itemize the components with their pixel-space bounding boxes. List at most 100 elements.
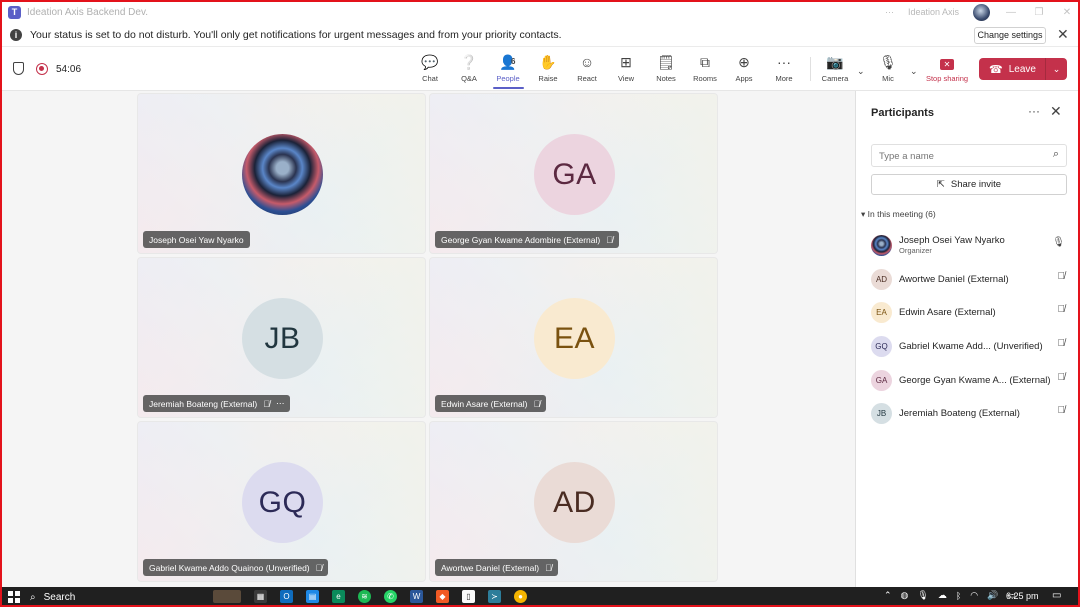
chevron-up-icon[interactable]: ⌃ [884, 590, 892, 601]
participant-tile[interactable]: GA George Gyan Kwame Adombire (External)… [429, 93, 718, 254]
account-avatar[interactable] [973, 3, 990, 21]
participant-nametag: Gabriel Kwame Addo Quainoo (Unverified) 🎙… [143, 559, 329, 576]
people-icon: 👤 6 [499, 54, 517, 70]
change-settings-button[interactable]: Change settings [974, 27, 1046, 44]
participant-row[interactable]: GA George Gyan Kwame A... (External) 🎙̸ [871, 367, 1071, 393]
qa-button[interactable]: ❔ Q&A [450, 53, 488, 83]
notes-label: Notes [656, 74, 676, 83]
people-button[interactable]: 👤 6 People [489, 53, 527, 83]
people-count: 6 [511, 57, 516, 66]
participant-nametag: Edwin Asare (External) 🎙̸ [435, 395, 547, 412]
active-tab-indicator [493, 87, 524, 89]
stop-sharing-button[interactable]: ✕ Stop sharing [924, 53, 970, 83]
react-button[interactable]: ☺ React [568, 53, 606, 83]
windows-start-icon[interactable] [8, 591, 20, 603]
task-view-icon[interactable]: ▦ [254, 590, 267, 603]
windows-taskbar: ⌕ Search ▦ O ▤ e ≋ ✆ W ◆ ▯ ≻ ● ⌃ ◍ 🎙 ☁ ᛒ… [0, 587, 1080, 607]
participant-avatar: JB [871, 402, 892, 424]
participants-panel: Participants ··· ✕ Type a name ⌕ ⇱ Share… [855, 91, 1080, 587]
tray-mic-icon[interactable]: 🎙 [917, 590, 928, 601]
notification-icon[interactable]: ▭ [1052, 590, 1061, 601]
participant-role: Organizer [899, 246, 932, 255]
taskbar-search[interactable]: ⌕ Search [30, 590, 205, 604]
tray-bluetooth-icon[interactable]: ᛒ [956, 591, 961, 601]
outlook-icon[interactable]: O [280, 590, 293, 603]
participant-row[interactable]: Joseph Osei Yaw Nyarko Organizer 🎙 [871, 232, 1071, 258]
notes-icon: 🗒 [657, 54, 675, 70]
minimize-icon[interactable]: — [1004, 7, 1018, 18]
panel-close-icon[interactable]: ✕ [1050, 103, 1062, 120]
meeting-timer: 54:06 [56, 64, 82, 75]
meeting-toolbar: 54:06 💬 Chat ❔ Q&A 👤 6 People ✋ Raise ☺ R… [0, 47, 1080, 91]
info-icon: i [10, 29, 22, 41]
rooms-button[interactable]: ⧉ Rooms [686, 53, 724, 83]
phone-hangup-icon: ☎ [989, 63, 1003, 76]
panel-title: Participants [871, 107, 934, 119]
chat-icon: 💬 [421, 54, 439, 70]
search-icon: ⌕ [1052, 148, 1059, 160]
camera-options-chevron-icon[interactable]: ⌄ [857, 66, 865, 77]
participant-row[interactable]: JB Jeremiah Boateng (External) 🎙̸ [871, 400, 1071, 426]
volume-icon[interactable]: 🔊 [987, 590, 998, 601]
view-button[interactable]: ⊞ View [607, 53, 645, 83]
tile-more-icon[interactable]: ⋯ [276, 398, 285, 409]
share-invite-button[interactable]: ⇱ Share invite [871, 174, 1067, 195]
banner-close-icon[interactable]: ✕ [1057, 26, 1069, 43]
word-icon[interactable]: W [410, 590, 423, 603]
participant-name: Awortwe Daniel (External) [441, 562, 540, 573]
apps-plus-icon: ⊕ [738, 54, 750, 70]
raise-hand-button[interactable]: ✋ Raise [529, 53, 567, 83]
participant-tile[interactable]: GQ Gabriel Kwame Addo Quainoo (Unverifie… [137, 421, 426, 582]
mic-label: Mic [882, 74, 894, 83]
rooms-label: Rooms [693, 74, 717, 83]
participant-name: George Gyan Kwame A... (External) [899, 374, 1051, 386]
mic-options-chevron-icon[interactable]: ⌄ [910, 66, 918, 77]
participant-tile[interactable]: JB Jeremiah Boateng (External) 🎙̸ ⋯ [137, 257, 426, 418]
brave-icon[interactable]: ◆ [436, 590, 449, 603]
whatsapp-icon[interactable]: ✆ [384, 590, 397, 603]
view-label: View [617, 74, 635, 83]
vscode-icon[interactable]: ≻ [488, 590, 501, 603]
mic-muted-icon: 🎙̸ [263, 398, 270, 409]
mic-icon: 🎙 [1052, 237, 1065, 248]
shield-icon [13, 62, 24, 75]
more-button[interactable]: ··· More [765, 53, 803, 83]
mic-button[interactable]: 🎙 Mic [869, 53, 907, 83]
maximize-icon[interactable]: ❐ [1032, 7, 1046, 18]
teams-logo-icon: T [8, 5, 21, 19]
participant-row[interactable]: EA Edwin Asare (External) 🎙̸ [871, 299, 1071, 325]
stop-sharing-label: Stop sharing [925, 74, 969, 83]
participant-row[interactable]: AD Awortwe Daniel (External) 🎙̸ [871, 266, 1071, 292]
share-invite-label: Share invite [950, 179, 1002, 190]
chrome-icon[interactable]: ● [514, 590, 527, 603]
more-options-icon[interactable]: ··· [885, 7, 894, 17]
panel-more-icon[interactable]: ··· [1028, 104, 1040, 118]
file-explorer-icon[interactable]: ▤ [306, 590, 319, 603]
notepad-icon[interactable]: ▯ [462, 590, 475, 603]
wifi-icon[interactable]: ◠ [970, 590, 978, 601]
mic-muted-icon: 🎙̸ [1057, 338, 1066, 349]
participant-tile[interactable]: AD Awortwe Daniel (External) 🎙̸ [429, 421, 718, 582]
leave-button[interactable]: ☎ Leave ⌄ [979, 58, 1067, 80]
participant-tile[interactable]: Joseph Osei Yaw Nyarko [137, 93, 426, 254]
window-close-icon[interactable]: ✕ [1060, 7, 1074, 18]
notes-button[interactable]: 🗒 Notes [647, 53, 685, 83]
participant-row[interactable]: GQ Gabriel Kwame Add... (Unverified) 🎙̸ [871, 333, 1071, 359]
taskbar-clock[interactable]: 6:25 pm [1006, 591, 1039, 601]
leave-label: Leave [1008, 63, 1036, 75]
chat-button[interactable]: 💬 Chat [411, 53, 449, 83]
camera-button[interactable]: 📷 Camera [816, 53, 854, 83]
participant-search-input[interactable]: Type a name ⌕ [871, 144, 1067, 167]
in-meeting-section-header[interactable]: ▾ In this meeting (6) [861, 209, 936, 220]
tray-app-icon[interactable]: ◍ [901, 590, 909, 601]
spotify-icon[interactable]: ≋ [358, 590, 371, 603]
apps-button[interactable]: ⊕ Apps [725, 53, 763, 83]
participant-name: George Gyan Kwame Adombire (External) [441, 234, 601, 245]
edge-icon[interactable]: e [332, 590, 345, 603]
title-bar: T Ideation Axis Backend Dev. ··· Ideatio… [0, 0, 1080, 24]
leave-options-chevron-icon[interactable]: ⌄ [1046, 64, 1067, 75]
tray-cloud-icon[interactable]: ☁ [938, 590, 947, 601]
react-label: React [577, 74, 597, 83]
widget-icon[interactable] [213, 590, 241, 603]
participant-tile[interactable]: EA Edwin Asare (External) 🎙̸ [429, 257, 718, 418]
